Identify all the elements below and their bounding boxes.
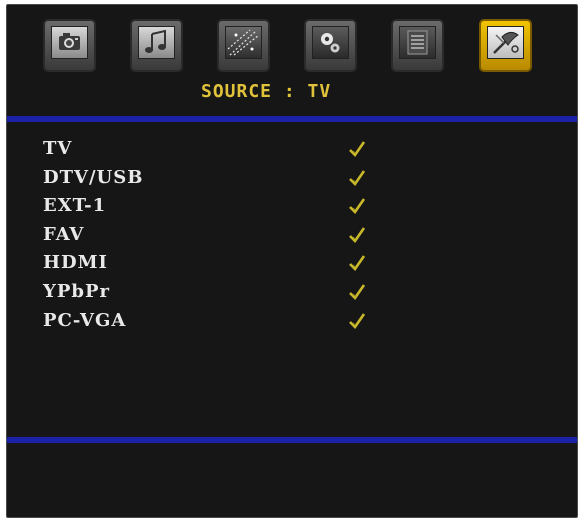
tab-info[interactable] (391, 19, 444, 72)
check-icon (349, 312, 366, 329)
source-row-tv[interactable]: TV (43, 138, 543, 167)
camera-icon (51, 26, 88, 59)
source-row-pc-vga[interactable]: PC-VGA (43, 310, 543, 339)
source-row-ext-1[interactable]: EXT-1 (43, 195, 543, 224)
check-icon (349, 198, 366, 215)
source-row-fav[interactable]: FAV (43, 224, 543, 253)
satellite-tools-icon (487, 26, 524, 59)
check-icon (349, 255, 366, 272)
source-label: YPbPr (43, 280, 110, 302)
check-icon (349, 227, 366, 243)
tab-features[interactable] (217, 19, 270, 72)
music-note-icon (138, 26, 175, 59)
source-row-hdmi[interactable]: HDMI (43, 252, 543, 281)
tab-picture[interactable] (43, 19, 96, 72)
menu-tab-bar (7, 5, 577, 75)
source-row-dtv-usb[interactable]: DTV/USB (43, 167, 543, 196)
top-divider-band (7, 116, 577, 122)
source-list: TV DTV/USB EXT-1 FAV HDMI YPbPr PC-VGA (43, 138, 543, 338)
check-icon (349, 141, 366, 158)
check-icon (349, 284, 366, 300)
source-label: HDMI (43, 252, 108, 274)
tv-osd-screen: SOURCE : TV TV DTV/USB EXT-1 FAV HDMI YP… (6, 4, 578, 518)
source-label: EXT-1 (43, 195, 107, 217)
tab-source[interactable] (479, 19, 532, 72)
page-title: SOURCE : TV (201, 81, 332, 102)
sparkle-picture-icon (225, 26, 262, 59)
source-label: FAV (43, 223, 85, 245)
source-label: DTV/USB (43, 166, 144, 188)
source-label: TV (43, 138, 73, 159)
bottom-divider-band (7, 437, 577, 443)
document-list-icon (399, 26, 436, 59)
tab-sound[interactable] (130, 19, 183, 72)
check-icon (349, 169, 366, 186)
source-row-ypbpr[interactable]: YPbPr (43, 281, 543, 310)
source-label: PC-VGA (43, 309, 127, 331)
gears-icon (312, 26, 349, 59)
tab-setup[interactable] (304, 19, 357, 72)
